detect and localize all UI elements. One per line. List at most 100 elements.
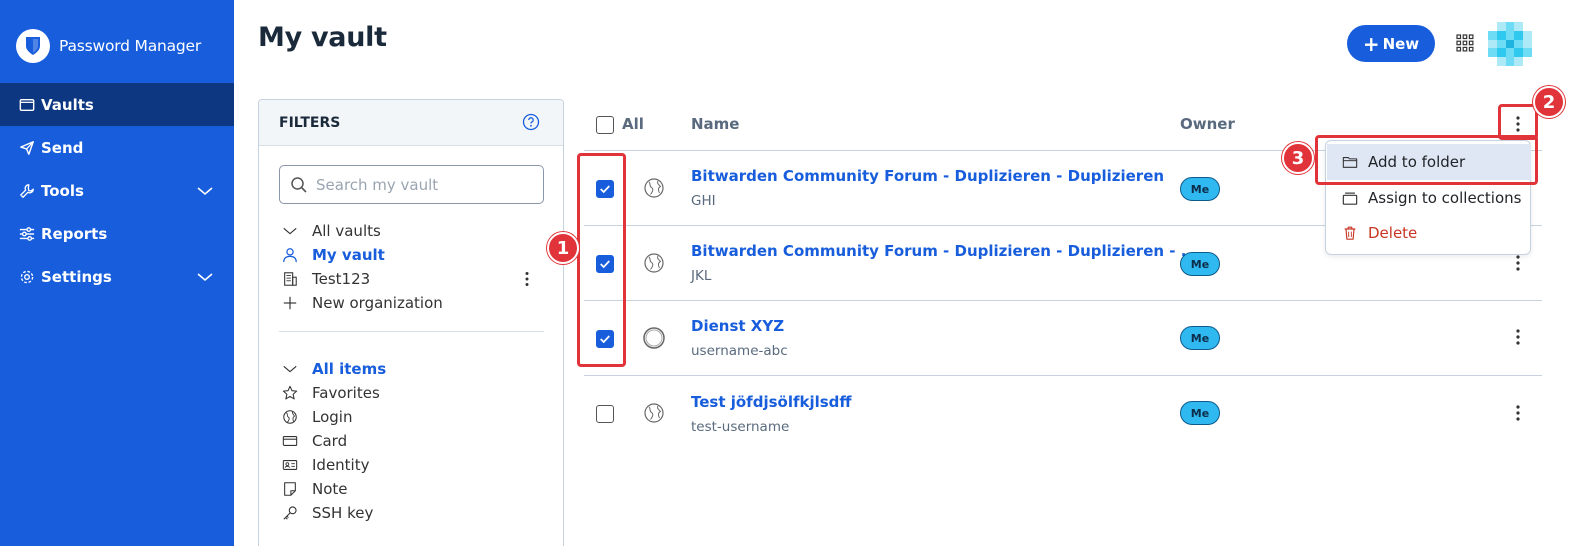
filter-label: New organization [312, 294, 443, 312]
filter-new-organization[interactable]: New organization [281, 291, 546, 315]
sidebar: Password Manager Vaults Send Tools Repor… [0, 0, 234, 546]
row-menu-icon[interactable] [1509, 253, 1527, 273]
filter-label: Login [312, 408, 353, 426]
filter-login[interactable]: Login [281, 405, 546, 429]
menu-item-label: Delete [1368, 224, 1418, 242]
new-button[interactable]: + New [1347, 25, 1435, 62]
chevron-down-icon[interactable] [196, 182, 214, 200]
app-switcher-icon[interactable] [1455, 33, 1475, 53]
note-icon [281, 480, 299, 498]
annotation-box-add-to-folder [1315, 135, 1538, 185]
annotation-marker-2: 2 [1533, 86, 1565, 118]
column-header-owner[interactable]: Owner [1180, 115, 1235, 133]
vault-icon [18, 96, 36, 114]
sidebar-item-reports[interactable]: Reports [0, 212, 234, 255]
id-card-icon [281, 456, 299, 474]
filters-title: FILTERS [279, 114, 341, 131]
user-icon [281, 246, 299, 264]
sidebar-item-label: Reports [41, 224, 108, 243]
table-divider [584, 300, 1542, 301]
filter-label: SSH key [312, 504, 374, 522]
plus-icon: + [1362, 31, 1380, 56]
owner-badge: Me [1180, 177, 1220, 201]
sidebar-item-vaults[interactable]: Vaults [0, 83, 234, 126]
sidebar-item-label: Send [41, 138, 84, 157]
page-title: My vault [258, 22, 387, 53]
search-input[interactable] [316, 175, 536, 194]
item-name-link[interactable]: Bitwarden Community Forum - Duplizieren … [691, 242, 1198, 260]
column-header-name[interactable]: Name [691, 115, 739, 133]
vault-filter-list: All vaults My vault Test123 New organiza… [281, 219, 546, 315]
type-filter-list: All items Favorites Login Card Identity … [281, 357, 546, 525]
filter-label: Test123 [312, 270, 371, 288]
globe-icon [644, 178, 664, 198]
menu-item-assign-to-collections[interactable]: Assign to collections [1327, 180, 1531, 216]
filter-label: All vaults [312, 222, 381, 240]
item-subtitle: test-username [691, 419, 790, 435]
globe-icon [644, 403, 664, 423]
collection-icon [1341, 190, 1358, 207]
filters-divider [279, 331, 544, 332]
filter-favorites[interactable]: Favorites [281, 381, 546, 405]
key-icon [281, 504, 299, 522]
column-header-all: All [622, 115, 644, 133]
sidebar-item-send[interactable]: Send [0, 126, 234, 169]
item-subtitle: JKL [691, 268, 712, 284]
filters-panel: FILTERS All vaults My vault Test123 [258, 99, 564, 546]
help-icon[interactable] [522, 113, 540, 131]
sidebar-item-tools[interactable]: Tools [0, 169, 234, 212]
filters-header: FILTERS [259, 100, 563, 146]
row-menu-icon[interactable] [1509, 327, 1527, 347]
vault-page: Password Manager Vaults Send Tools Repor… [0, 0, 1581, 546]
filter-card[interactable]: Card [281, 429, 546, 453]
star-icon [281, 384, 299, 402]
filter-my-vault[interactable]: My vault [281, 243, 546, 267]
chevron-down-icon [281, 222, 299, 240]
annotation-marker-3: 3 [1282, 142, 1314, 174]
search-field[interactable] [279, 165, 544, 204]
more-options-icon[interactable] [518, 270, 536, 288]
sliders-icon [18, 225, 36, 243]
shield-logo-icon [16, 29, 50, 63]
filter-label: Identity [312, 456, 370, 474]
plus-icon [281, 294, 299, 312]
filter-identity[interactable]: Identity [281, 453, 546, 477]
app-name: Password Manager [59, 37, 202, 55]
sidebar-item-label: Settings [41, 267, 112, 286]
send-icon [18, 139, 36, 157]
annotation-marker-1: 1 [547, 232, 579, 264]
globe-icon [643, 327, 665, 349]
select-all-checkbox[interactable] [596, 116, 614, 134]
trash-icon [1341, 225, 1358, 242]
menu-item-delete[interactable]: Delete [1327, 215, 1531, 251]
filter-all-items[interactable]: All items [281, 357, 546, 381]
filter-label: All items [312, 360, 387, 378]
avatar[interactable] [1488, 22, 1532, 66]
row-menu-icon[interactable] [1509, 403, 1527, 423]
filter-ssh-key[interactable]: SSH key [281, 501, 546, 525]
globe-icon [644, 253, 664, 273]
chevron-down-icon[interactable] [196, 268, 214, 286]
chevron-down-icon [281, 360, 299, 378]
item-subtitle: GHI [691, 193, 716, 209]
table-divider [584, 375, 1542, 376]
filter-organization-test123[interactable]: Test123 [281, 267, 546, 291]
filter-label: Note [312, 480, 348, 498]
brand[interactable]: Password Manager [16, 28, 201, 64]
row-checkbox[interactable] [596, 405, 614, 423]
item-name-link[interactable]: Dienst XYZ [691, 317, 784, 335]
item-name-link[interactable]: Bitwarden Community Forum - Duplizieren … [691, 167, 1164, 185]
filter-label: My vault [312, 246, 385, 264]
card-icon [281, 432, 299, 450]
globe-icon [281, 408, 299, 426]
sidebar-item-label: Vaults [41, 95, 94, 114]
sidebar-nav: Vaults Send Tools Reports Settings [0, 83, 234, 298]
organization-icon [281, 270, 299, 288]
filter-all-vaults[interactable]: All vaults [281, 219, 546, 243]
filter-note[interactable]: Note [281, 477, 546, 501]
item-subtitle: username-abc [691, 343, 788, 359]
owner-badge: Me [1180, 252, 1220, 276]
sidebar-item-settings[interactable]: Settings [0, 255, 234, 298]
sidebar-item-label: Tools [41, 181, 84, 200]
item-name-link[interactable]: Test jöfdjsölfkjlsdff [691, 393, 852, 411]
